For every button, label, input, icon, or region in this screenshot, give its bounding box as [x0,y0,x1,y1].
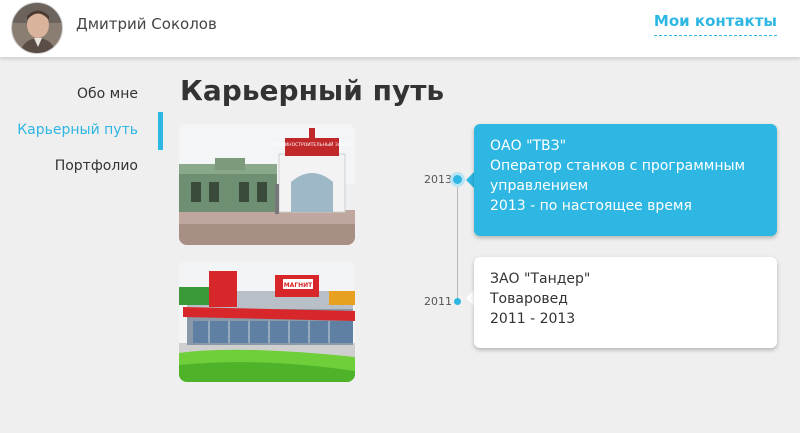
career-card-tander[interactable]: ЗАО "Тандер" Товаровед 2011 - 2013 [474,257,777,348]
nav-item-career[interactable]: Карьерный путь [17,122,138,138]
store-sign-text: МАГНИТ [284,282,313,289]
timeline-year: 2011 [424,295,452,308]
my-contacts-link[interactable]: Мои контакты [653,12,777,36]
page-title: Карьерный путь [180,74,445,107]
career-card-tvz[interactable]: ОАО "ТВЗ" Оператор станков с программным… [474,124,777,236]
nav-item-about[interactable]: Обо мне [77,86,138,102]
active-nav-indicator [158,112,163,150]
top-header: Дмитрий Соколов Мои контакты [0,0,800,57]
job-period: 2013 - по настоящее время [490,198,692,214]
timeline-year: 2013 [424,173,452,186]
card-arrow [466,290,474,306]
timeline-line [457,176,458,304]
job-position: Оператор станков с программным управлени… [490,158,746,194]
factory-photo[interactable]: МАШИНОСТРОИТЕЛЬНЫЙ ЗАВОД [179,124,355,245]
user-name: Дмитрий Соколов [76,15,217,33]
timeline-dot-active[interactable] [450,172,465,187]
avatar[interactable] [11,2,63,54]
job-position: Товаровед [490,291,568,307]
card-arrow [466,172,474,188]
job-period: 2011 - 2013 [490,311,576,327]
timeline-dot[interactable] [454,298,461,305]
factory-sign-text: МАШИНОСТРОИТЕЛЬНЫЙ ЗАВОД [273,141,351,148]
company-name: ЗАО "Тандер" [490,271,591,287]
store-photo[interactable]: МАГНИТ [179,261,355,382]
nav-item-portfolio[interactable]: Портфолио [55,158,138,174]
company-name: ОАО "ТВЗ" [490,138,567,154]
